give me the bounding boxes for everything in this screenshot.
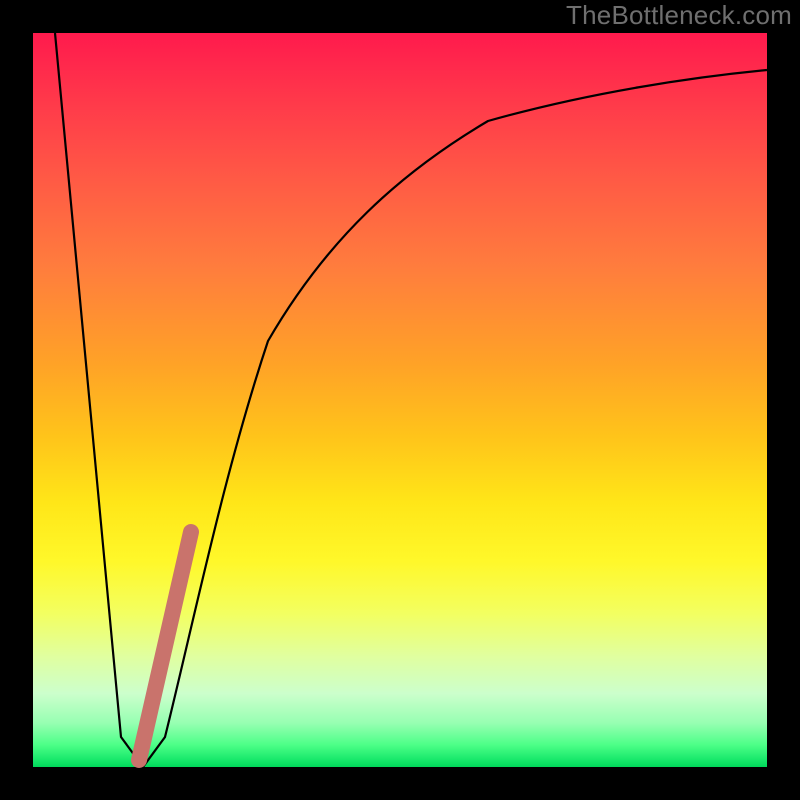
plot-area (33, 33, 767, 767)
attribution-watermark: TheBottleneck.com (566, 0, 792, 31)
chart-svg (33, 33, 767, 767)
highlight-segment (139, 532, 191, 760)
chart-frame: TheBottleneck.com (0, 0, 800, 800)
